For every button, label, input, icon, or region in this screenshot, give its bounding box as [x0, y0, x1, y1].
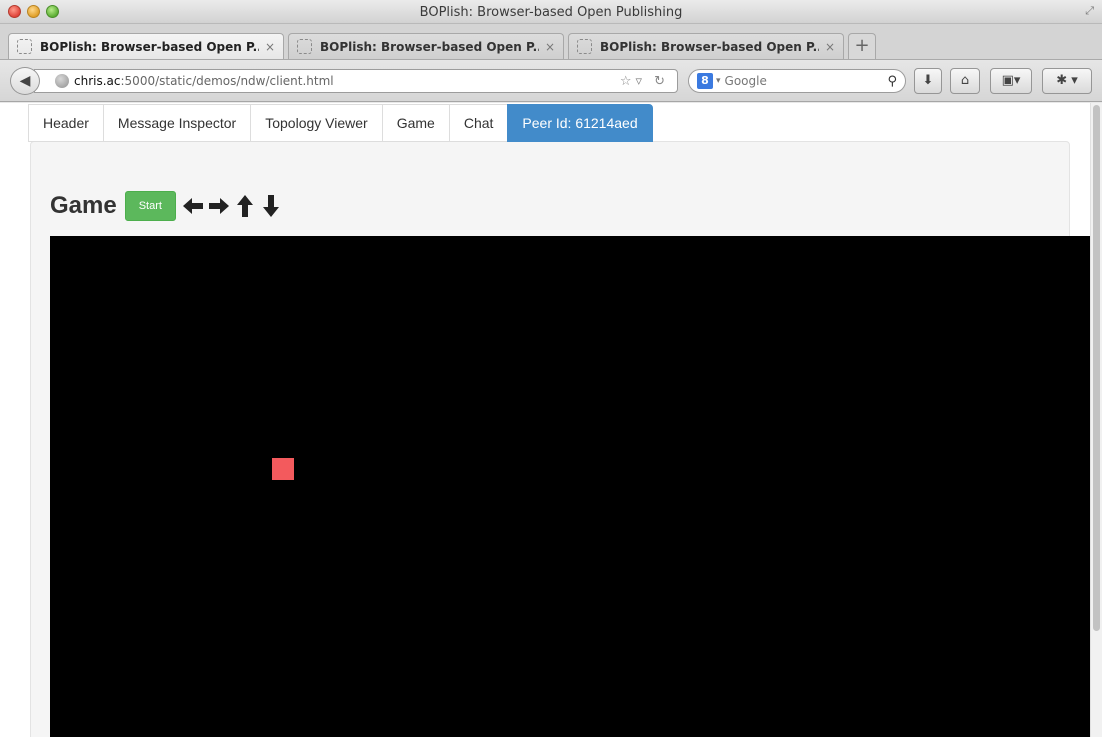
- browser-tab-label: BOPlish: Browser-based Open P...: [600, 39, 819, 54]
- search-input[interactable]: 8 ▾ Google ⚲: [688, 69, 906, 93]
- page-favicon-icon: [297, 39, 312, 54]
- home-button[interactable]: ⌂: [950, 68, 980, 94]
- search-engine-dropdown-icon[interactable]: ▾: [716, 76, 721, 86]
- search-icon[interactable]: ⚲: [887, 74, 897, 89]
- player-block: [272, 458, 294, 480]
- arrow-down-icon: [262, 195, 279, 217]
- browser-navbar: chris.ac :5000/static/demos/ndw/client.h…: [0, 60, 1102, 102]
- addon-icon: ✱ ▾: [1056, 73, 1078, 88]
- bookmark-star-icon[interactable]: ☆▿: [620, 74, 646, 89]
- start-button[interactable]: Start: [124, 191, 176, 221]
- download-icon: ⬇: [922, 73, 934, 88]
- app-nav-tabs: Header Message Inspector Topology Viewer…: [28, 104, 653, 142]
- url-host: chris.ac: [74, 74, 121, 88]
- tab-topology-viewer[interactable]: Topology Viewer: [250, 104, 382, 142]
- browser-tab-label: BOPlish: Browser-based Open P...: [320, 39, 539, 54]
- browser-tab-2[interactable]: BOPlish: Browser-based Open P... ×: [288, 33, 564, 59]
- bookmarks-icon: ▣▾: [1001, 73, 1021, 88]
- back-button[interactable]: ◀: [10, 67, 40, 95]
- fullscreen-icon[interactable]: ⤢: [1085, 4, 1094, 18]
- downloads-button[interactable]: ⬇: [914, 68, 942, 94]
- page-favicon-icon: [17, 39, 32, 54]
- close-tab-icon[interactable]: ×: [545, 40, 555, 54]
- tab-header[interactable]: Header: [28, 104, 103, 142]
- tab-game[interactable]: Game: [381, 104, 449, 142]
- browser-tab-strip: BOPlish: Browser-based Open P... × BOPli…: [0, 24, 1102, 60]
- bookmarks-menu-button[interactable]: ▣▾: [990, 68, 1032, 94]
- page-content: Header Message Inspector Topology Viewer…: [0, 103, 1102, 737]
- back-arrow-icon: ◀: [19, 73, 31, 89]
- tab-message-inspector[interactable]: Message Inspector: [102, 104, 251, 142]
- window-title: BOPlish: Browser-based Open Publishing: [419, 5, 683, 20]
- arrow-up-icon: [236, 195, 253, 217]
- url-path: :5000/static/demos/ndw/client.html: [120, 74, 334, 88]
- tab-chat[interactable]: Chat: [448, 104, 508, 142]
- close-tab-icon[interactable]: ×: [265, 40, 275, 54]
- game-heading: Game Start: [50, 191, 286, 221]
- addon-menu-button[interactable]: ✱ ▾: [1042, 68, 1092, 94]
- home-icon: ⌂: [960, 73, 970, 88]
- scrollbar-thumb[interactable]: [1093, 105, 1100, 631]
- reload-icon[interactable]: ↻: [654, 74, 669, 89]
- new-tab-button[interactable]: +: [848, 33, 876, 59]
- address-bar[interactable]: chris.ac :5000/static/demos/ndw/client.h…: [34, 69, 678, 93]
- arrow-left-icon: [182, 198, 203, 214]
- game-canvas[interactable]: [50, 236, 1091, 737]
- browser-tab-label: BOPlish: Browser-based Open P...: [40, 39, 259, 54]
- search-engine-icon[interactable]: 8: [697, 73, 713, 89]
- game-title: Game: [50, 192, 117, 219]
- browser-tab-1[interactable]: BOPlish: Browser-based Open P... ×: [8, 33, 284, 59]
- arrow-right-icon: [208, 198, 229, 214]
- tab-peer-id[interactable]: Peer Id: 61214aed: [507, 104, 653, 142]
- search-placeholder: Google: [724, 74, 767, 88]
- window-titlebar: BOPlish: Browser-based Open Publishing ⤢: [0, 0, 1102, 24]
- globe-icon: [55, 74, 69, 88]
- close-tab-icon[interactable]: ×: [825, 40, 835, 54]
- page-favicon-icon: [577, 39, 592, 54]
- page-scrollbar[interactable]: [1090, 103, 1102, 737]
- browser-tab-3[interactable]: BOPlish: Browser-based Open P... ×: [568, 33, 844, 59]
